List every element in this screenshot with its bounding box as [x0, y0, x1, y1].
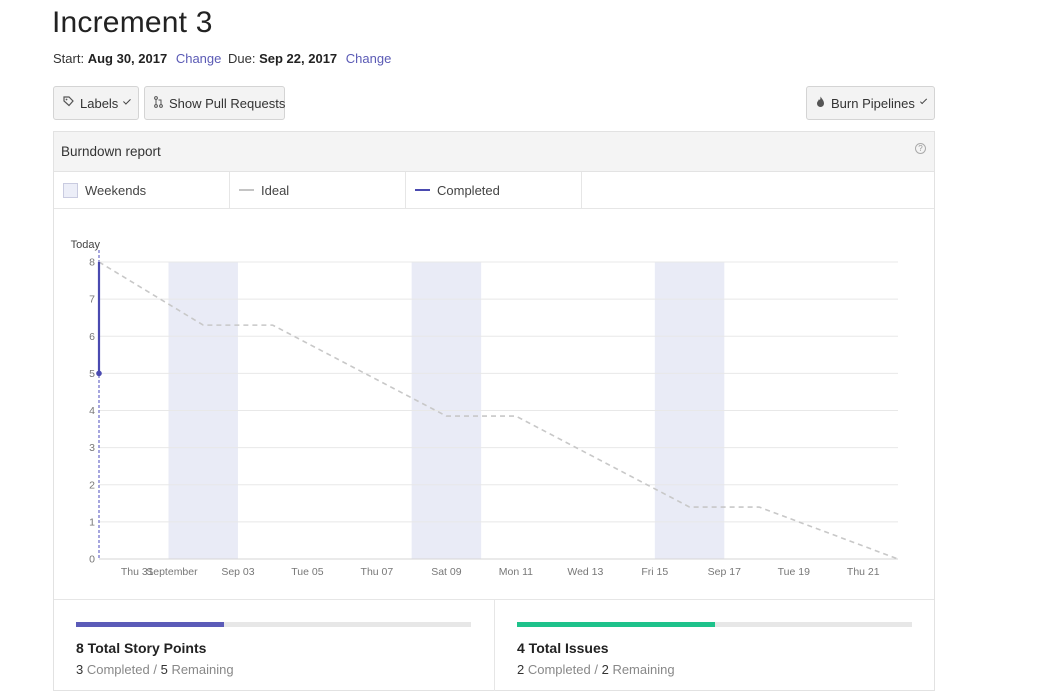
story-points-completed-count: 3: [76, 662, 84, 677]
issues-total: 4 Total Issues: [517, 640, 609, 656]
burn-pipelines-label: Burn Pipelines: [831, 95, 915, 111]
labels-button-label: Labels: [80, 95, 119, 111]
labels-button[interactable]: Labels: [53, 86, 139, 120]
story-points-progress-bar: [76, 622, 471, 627]
date-range: Start: Aug 30, 2017 Change Due: Sep 22, …: [53, 51, 394, 66]
completed-swatch: [415, 189, 430, 191]
y-tick-label: 6: [89, 331, 95, 343]
x-tick-label: Mon 11: [499, 566, 533, 578]
x-tick-label: Wed 13: [567, 566, 603, 578]
y-tick-label: 4: [89, 405, 95, 417]
issues-progress-bar: [517, 622, 912, 627]
x-tick-label: Fri 15: [641, 566, 668, 578]
weekend-swatch: [63, 182, 78, 198]
story-points-remaining-count: 5: [160, 662, 168, 677]
tag-icon: [63, 96, 74, 110]
show-pull-requests-button[interactable]: Show Pull Requests: [144, 86, 285, 120]
burndown-chart-area: 0 1 2 3 4 5 6 7 8 Thu 31 September Sep 03 Tue 05 Thu …: [54, 209, 934, 599]
legend-ideal-label: Ideal: [261, 182, 290, 198]
x-tick-label: September: [146, 566, 198, 578]
burndown-chart: 012345678Thu 31September Sep 03 Tue 05 Thu …: [71, 239, 899, 578]
issues-summary: 4 Total Issues 2 Completed / 2 Remaining: [494, 600, 934, 691]
chevron-down-icon: [919, 96, 928, 104]
y-tick-label: 7: [89, 294, 95, 306]
x-tick-label: Thu 21: [847, 566, 880, 578]
story-points-total: 8 Total Story Points: [76, 640, 207, 656]
y-tick-label: 3: [89, 442, 95, 454]
issues-breakdown: 2 Completed / 2 Remaining: [517, 662, 675, 677]
start-label: Start:: [53, 51, 85, 66]
story-points-remaining-label: Remaining: [171, 662, 234, 677]
legend-completed[interactable]: Completed: [406, 172, 582, 208]
y-tick-label: 0: [89, 554, 95, 566]
story-points-progress-fill: [76, 622, 225, 627]
y-tick-label: 1: [89, 516, 95, 528]
issues-progress-fill: [517, 622, 715, 627]
legend-ideal[interactable]: Ideal: [230, 172, 406, 208]
burndown-panel: Burndown report ? Weekends Ideal Complet…: [53, 131, 935, 691]
y-tick-label: 2: [89, 479, 95, 491]
y-tick-label: 5: [89, 368, 95, 380]
issues-remaining-label: Remaining: [612, 662, 675, 677]
x-tick-label: Thu 07: [361, 566, 394, 578]
flame-icon: [816, 96, 825, 111]
story-points-summary: 8 Total Story Points 3 Completed / 5 Rem…: [54, 600, 494, 691]
y-tick-label: 8: [89, 257, 95, 269]
due-label: Due:: [228, 51, 256, 66]
x-tick-label: Sep 17: [708, 566, 741, 578]
burn-pipelines-button[interactable]: Burn Pipelines: [806, 86, 935, 120]
x-tick-label: Tue 19: [778, 566, 810, 578]
due-date: Sep 22, 2017: [259, 51, 338, 66]
x-tick-label: Sep 03: [221, 566, 254, 578]
show-pull-requests-label: Show Pull Requests: [169, 95, 286, 111]
chevron-down-icon: [123, 96, 131, 104]
pull-request-icon: [154, 95, 163, 111]
ideal-swatch: [239, 189, 254, 191]
legend-weekends[interactable]: Weekends: [54, 172, 230, 208]
x-tick-label: Tue 05: [291, 566, 323, 578]
today-label: Today: [71, 239, 101, 251]
panel-title: Burndown report: [61, 144, 161, 159]
change-start-link[interactable]: Change: [176, 51, 222, 66]
issues-remaining-count: 2: [601, 662, 609, 677]
story-points-completed-label: Completed /: [86, 662, 157, 677]
legend-weekends-label: Weekends: [85, 182, 147, 198]
legend-completed-label: Completed: [437, 182, 500, 198]
x-tick-label: Sat 09: [431, 566, 462, 578]
page-title: Increment 3: [52, 6, 213, 39]
story-points-breakdown: 3 Completed / 5 Remaining: [76, 662, 234, 677]
issues-completed-count: 2: [517, 662, 525, 677]
start-date: Aug 30, 2017: [87, 51, 168, 66]
chart-legend: Weekends Ideal Completed: [54, 172, 934, 209]
change-due-link[interactable]: Change: [346, 51, 392, 66]
question-circle-icon[interactable]: ?: [915, 143, 926, 154]
summary-stats: 8 Total Story Points 3 Completed / 5 Rem…: [54, 599, 934, 691]
panel-header: Burndown report ?: [54, 132, 934, 172]
completed-point: [96, 370, 102, 377]
issues-completed-label: Completed /: [527, 662, 598, 677]
